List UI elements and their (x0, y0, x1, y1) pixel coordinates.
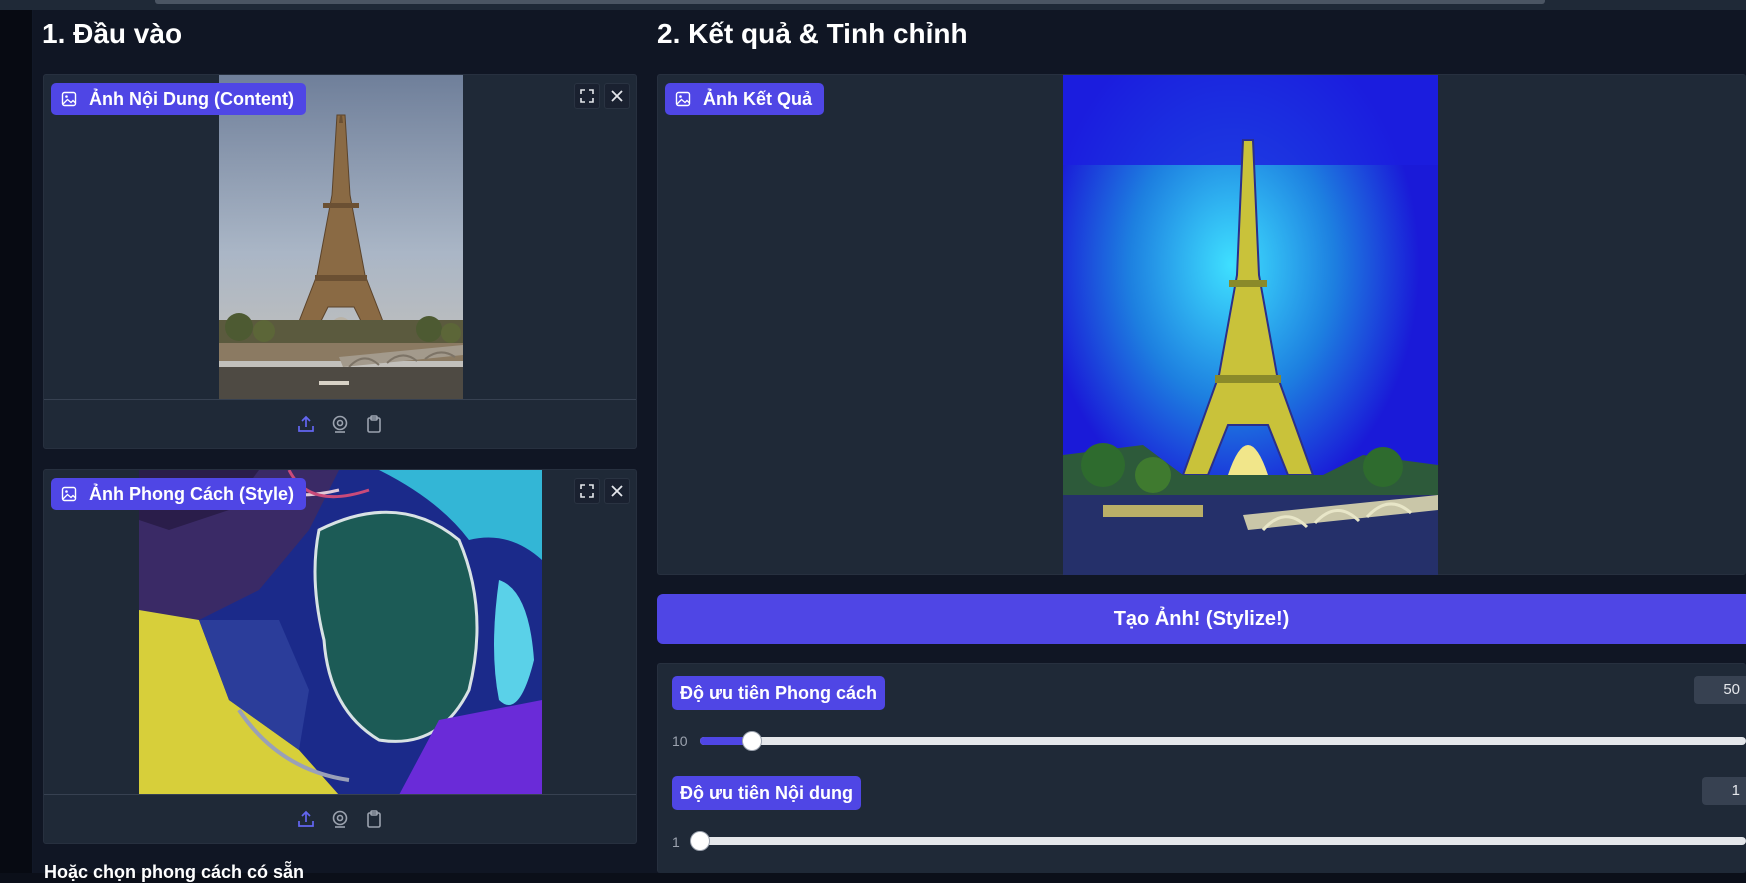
content-image-source-bar (44, 399, 636, 448)
style-weight-min-label: 10 (672, 733, 688, 749)
webcam-icon (332, 415, 348, 433)
fullscreen-icon (580, 89, 594, 103)
style-image-label: Ảnh Phong Cách (Style) (51, 478, 307, 510)
stylize-button[interactable]: Tạo Ảnh! (Stylize!) (657, 594, 1746, 644)
section-title-input: 1. Đầu vào (42, 18, 183, 49)
style-image-label-text: Ảnh Phong Cách (Style) (89, 484, 295, 504)
style-weight-label: Độ ưu tiên Phong cách (672, 676, 886, 710)
content-weight-number-input[interactable]: 1 (1702, 777, 1746, 805)
fullscreen-button[interactable] (574, 83, 600, 109)
content-image-panel[interactable]: Ảnh Nội Dung (Content) (43, 74, 637, 449)
content-image-label: Ảnh Nội Dung (Content) (51, 83, 306, 115)
clear-image-button[interactable] (604, 478, 630, 504)
clipboard-icon (367, 810, 381, 828)
image-icon (675, 91, 691, 107)
content-image-tools (574, 83, 630, 109)
close-icon (611, 485, 623, 497)
image-icon (61, 91, 77, 107)
result-image-label-text: Ảnh Kết Quả (703, 89, 813, 109)
result-image-label: Ảnh Kết Quả (665, 83, 825, 115)
clear-image-button[interactable] (604, 83, 630, 109)
left-sidebar-rail (0, 10, 33, 873)
style-weight-slider-track[interactable] (700, 737, 1746, 745)
content-image-label-text: Ảnh Nội Dung (Content) (89, 89, 294, 109)
style-image-tools (574, 478, 630, 504)
style-weight-slider-thumb[interactable] (742, 731, 762, 751)
style-image-source-bar (44, 794, 636, 843)
content-image (219, 75, 463, 399)
upload-button[interactable] (295, 808, 317, 830)
content-weight-slider-thumb[interactable] (690, 831, 710, 851)
horizontal-scrollbar[interactable] (155, 0, 1545, 4)
result-image-panel: Ảnh Kết Quả (657, 74, 1746, 575)
upload-button[interactable] (295, 413, 317, 435)
webcam-button[interactable] (329, 808, 351, 830)
fullscreen-button[interactable] (574, 478, 600, 504)
upload-icon (298, 415, 314, 432)
content-weight-slider-track[interactable] (700, 837, 1746, 845)
webcam-icon (332, 810, 348, 828)
webcam-button[interactable] (329, 413, 351, 435)
result-image (1063, 75, 1438, 575)
fullscreen-icon (580, 484, 594, 498)
style-image-panel[interactable]: Ảnh Phong Cách (Style) (43, 469, 637, 844)
content-weight-min-label: 1 (672, 834, 680, 850)
section-title-result: 2. Kết quả & Tinh chỉnh (657, 18, 968, 49)
style-image (139, 470, 542, 795)
upload-icon (298, 810, 314, 827)
style-weight-number-input[interactable]: 50 (1694, 676, 1746, 704)
image-icon (61, 486, 77, 502)
close-icon (611, 90, 623, 102)
browser-top-bar (0, 0, 1746, 10)
paste-button[interactable] (363, 808, 385, 830)
paste-button[interactable] (363, 413, 385, 435)
content-weight-label: Độ ưu tiên Nội dung (672, 776, 862, 810)
clipboard-icon (367, 415, 381, 433)
